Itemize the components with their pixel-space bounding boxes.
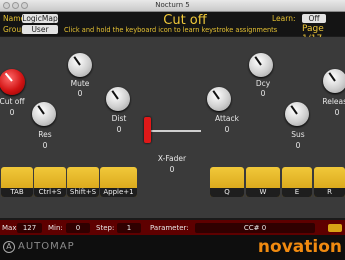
crossfader-value: 0 <box>169 165 175 174</box>
attack-label: Attack <box>215 114 239 123</box>
knob-indicator <box>37 105 45 115</box>
knob-indicator <box>111 90 119 100</box>
release-knob[interactable] <box>323 69 345 93</box>
res-knob[interactable] <box>32 102 56 126</box>
dcy-knob[interactable] <box>249 53 273 77</box>
step-label: Step: <box>96 224 115 232</box>
knob-indicator <box>290 105 298 115</box>
dist-value: 0 <box>116 125 122 134</box>
instructions-text: Click and hold the keyboard icon to lear… <box>64 26 278 34</box>
knob-indicator <box>254 56 262 66</box>
button-label: TAB <box>1 188 33 197</box>
window-title: Nocturn 5 <box>155 1 190 9</box>
crossfader-track[interactable] <box>147 130 201 132</box>
mute-knob[interactable] <box>68 53 92 77</box>
res-value: 0 <box>42 141 48 150</box>
button-label: Apple+1 <box>100 188 137 197</box>
button-label: Shift+S <box>67 188 99 197</box>
automap-logo-icon: A <box>3 241 15 253</box>
button-ctrl-s[interactable]: Ctrl+S <box>34 167 66 197</box>
dist-knob[interactable] <box>106 87 130 111</box>
knob-indicator <box>73 56 81 66</box>
button-tab[interactable]: TAB <box>1 167 33 197</box>
res-label: Res <box>38 130 52 139</box>
knob-indicator <box>4 72 13 82</box>
crossfader-label: X-Fader <box>157 154 187 163</box>
novation-logo-text: novation <box>257 237 342 257</box>
knob-indicator <box>328 72 336 82</box>
crossfader-handle[interactable] <box>144 117 151 143</box>
parameter-label: Parameter: <box>150 224 189 232</box>
button-q[interactable]: Q <box>210 167 244 197</box>
sus-label: Sus <box>291 130 305 139</box>
dcy-value: 0 <box>260 89 266 98</box>
button-label: E <box>282 188 312 197</box>
cutoff-knob[interactable] <box>0 69 25 95</box>
release-label: Release <box>322 97 345 106</box>
dcy-label: Dcy <box>255 79 271 88</box>
keyboard-icon[interactable] <box>328 224 342 232</box>
dist-label: Dist <box>111 114 127 123</box>
min-field[interactable]: 0 <box>66 223 90 233</box>
group-field[interactable]: User <box>22 25 58 34</box>
release-value: 0 <box>334 108 340 117</box>
knob-indicator <box>212 90 220 100</box>
parameter-field[interactable]: CC# 0 <box>195 223 315 233</box>
learn-toggle[interactable]: Off <box>302 14 326 23</box>
mute-value: 0 <box>77 89 83 98</box>
min-label: Min: <box>48 224 63 232</box>
button-label: W <box>246 188 280 197</box>
button-apple-1[interactable]: Apple+1 <box>100 167 137 197</box>
footer: A AUTOMAP novation <box>0 235 345 260</box>
button-label: Q <box>210 188 244 197</box>
header-bar: Name: LogicMap Group: User Cut off Click… <box>0 12 345 44</box>
automap-logo-text: AUTOMAP <box>18 241 75 252</box>
button-e[interactable]: E <box>282 167 312 197</box>
sus-value: 0 <box>295 141 301 150</box>
button-r[interactable]: R <box>314 167 345 197</box>
name-field[interactable]: LogicMap <box>22 14 58 23</box>
sus-knob[interactable] <box>285 102 309 126</box>
cutoff-label: Cut off <box>0 97 25 106</box>
button-label: Ctrl+S <box>34 188 66 197</box>
attack-value: 0 <box>224 125 230 134</box>
max-field[interactable]: 127 <box>17 223 42 233</box>
window-titlebar: Nocturn 5 <box>0 0 345 12</box>
button-shift-s[interactable]: Shift+S <box>67 167 99 197</box>
attack-knob[interactable] <box>207 87 231 111</box>
button-w[interactable]: W <box>246 167 280 197</box>
mute-label: Mute <box>70 79 90 88</box>
button-label: R <box>314 188 345 197</box>
step-field[interactable]: 1 <box>117 223 141 233</box>
learn-label: Learn: <box>272 14 296 23</box>
